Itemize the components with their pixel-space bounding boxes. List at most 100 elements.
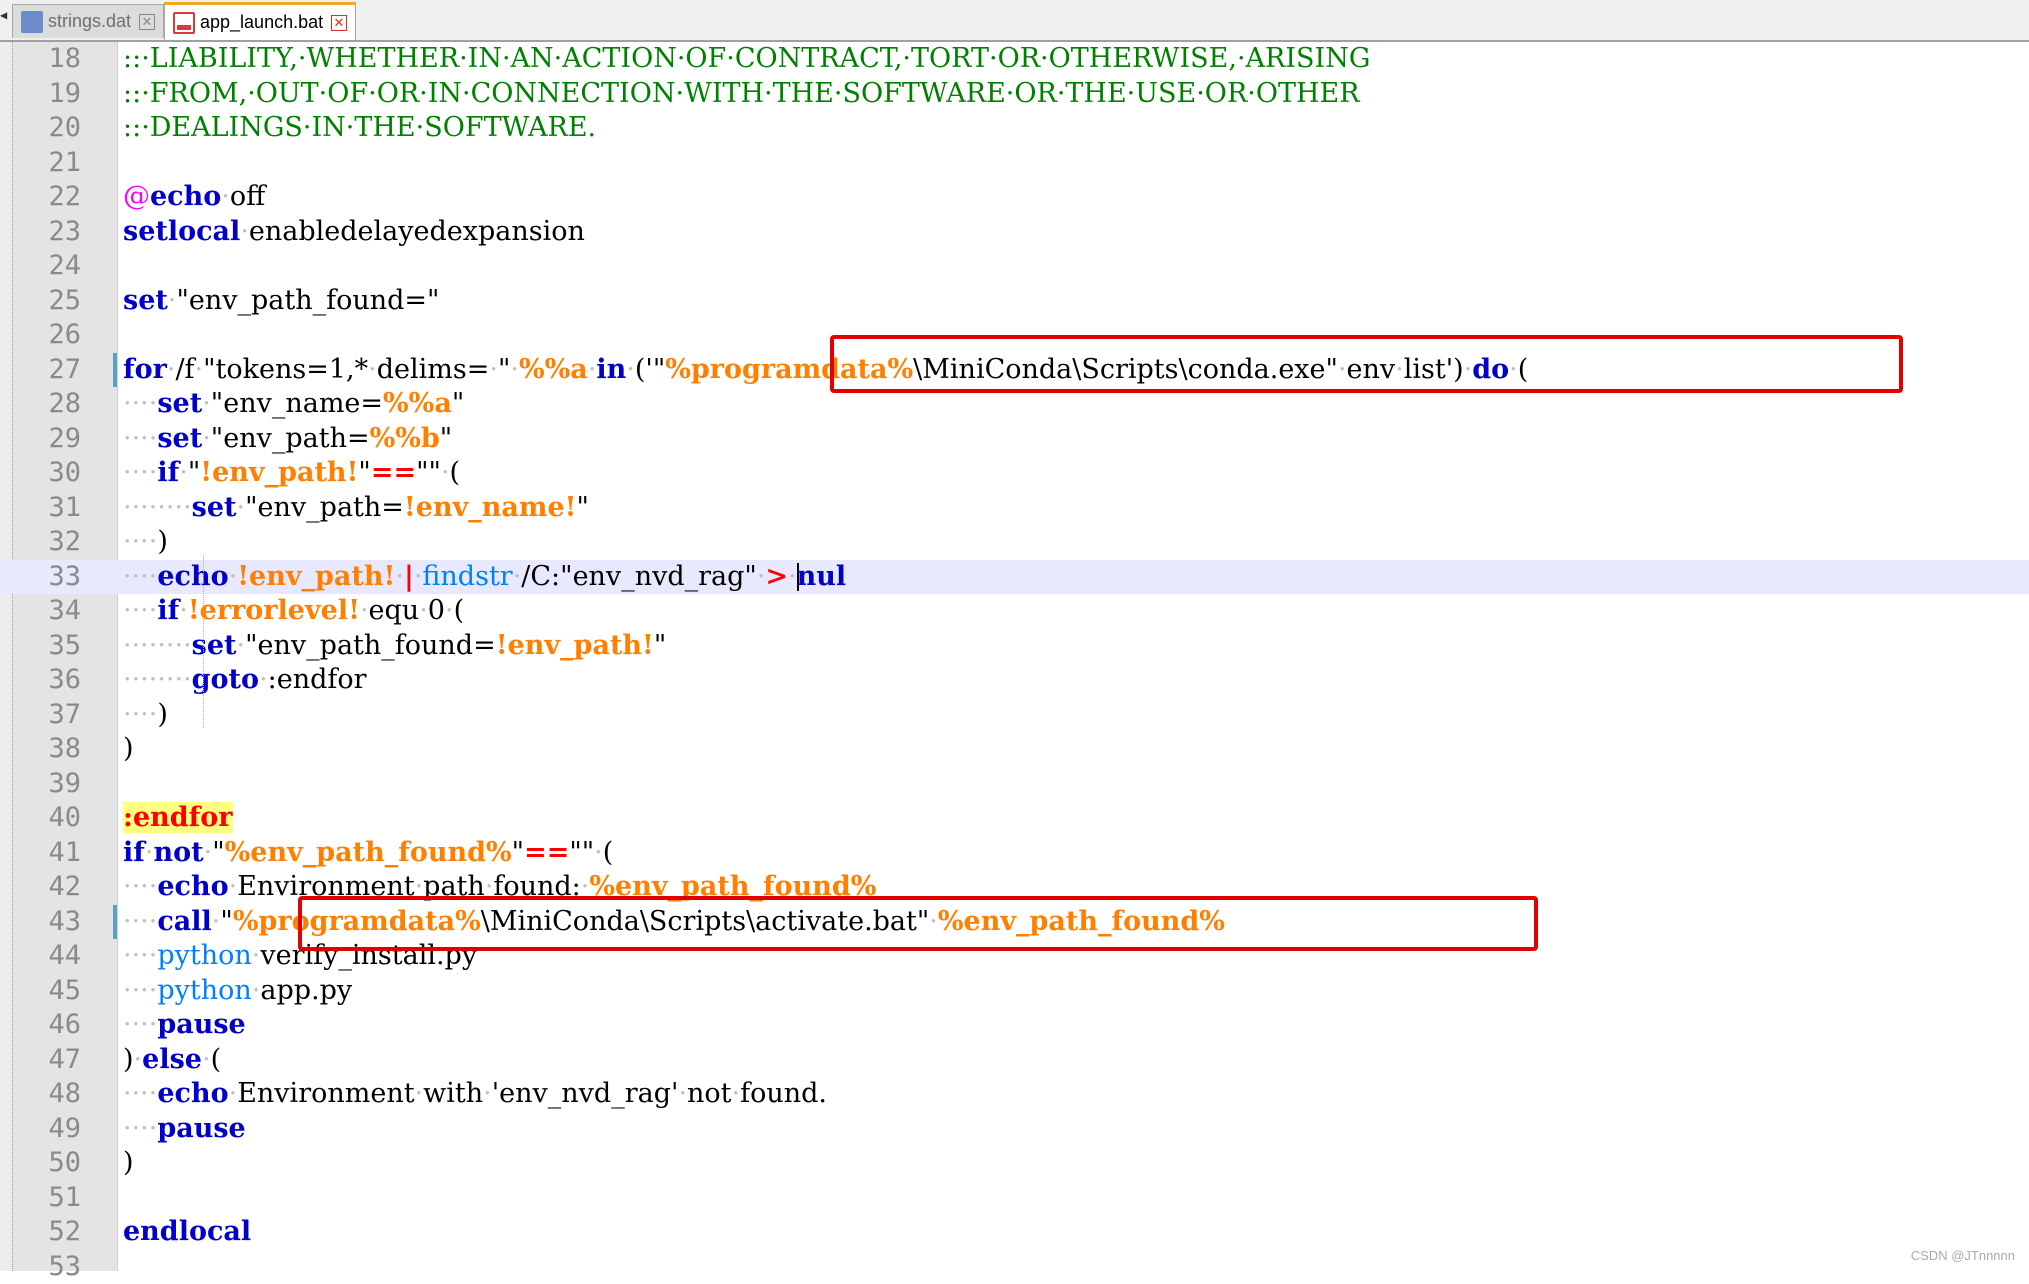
code-token: ···· [123,698,158,730]
close-icon[interactable]: ✕ [331,14,347,31]
code-token: · [240,215,249,247]
code-line[interactable]: 22 @echo·off [0,180,2029,214]
code-token: /f [175,353,195,385]
tab-label: strings.dat [48,11,132,31]
code-token: 'env_nvd_rag' [491,1078,679,1109]
code-line[interactable]: 41 if·not·"%env_path_found%"==""·( [0,836,2029,870]
code-line[interactable]: 52 endlocal [0,1215,2029,1249]
line-number: 30 [48,457,81,488]
code-token: !errorlevel! [187,595,360,626]
code-line[interactable]: 49 ····pause [0,1112,2029,1146]
code-line[interactable]: 31 ········set·"env_path=!env_name!" [0,491,2029,525]
code-token: ···· [123,940,158,971]
line-number: 29 [48,422,81,454]
code-line[interactable]: 46 ····pause [0,1008,2029,1042]
code-token: · [731,1078,741,1109]
tab-strings-dat[interactable]: strings.dat ✕ [12,4,164,38]
code-token: !env_path! [200,457,359,488]
code-line[interactable]: 38) [0,732,2029,766]
line-number: 35 [48,629,81,661]
line-number: 50 [48,1147,81,1178]
code-line[interactable]: 19::·FROM,·OUT·OF·OR·IN·CONNECTION·WITH·… [0,77,2029,111]
code-line[interactable]: 51 [0,1181,2029,1215]
code-token: · [626,353,635,385]
close-icon[interactable]: ✕ [139,13,155,30]
code-token: > [765,560,789,592]
code-token: · [440,457,450,488]
code-token: == [524,836,570,868]
code-line[interactable]: 20::·DEALINGS·IN·THE·SOFTWARE. [0,111,2029,145]
code-text: if·not·"%env_path_found%"==""·( [123,836,613,870]
code-token: · [259,664,268,695]
code-token: !env_path! [237,560,396,592]
code-line[interactable]: 25 set·"env_path_found=" [0,284,2029,318]
code-token: " [187,457,201,488]
code-token: delims= [376,353,490,385]
code-line[interactable]: 47)·else·( [0,1043,2029,1077]
line-number: 22 [48,181,81,212]
code-token: ···· [123,560,158,592]
code-token: in [596,353,627,385]
code-token: else [142,1043,202,1075]
code-token: · [221,181,230,212]
code-line[interactable]: 39 [0,767,2029,801]
line-number: 53 [48,1250,81,1282]
code-token: · [510,353,519,385]
code-line[interactable]: 24 [0,249,2029,283]
code-line[interactable]: 23 setlocal·enabledelayedexpansion [0,215,2029,249]
code-token: enabledelayedexpansion [248,215,585,247]
code-line[interactable]: 34 ····if·!errorlevel!·equ·0·( [0,594,2029,628]
code-text: ) [123,1146,134,1180]
file-icon [21,10,43,33]
line-number: 42 [48,871,81,902]
code-token: ···· [123,526,158,557]
code-token: equ [368,595,420,626]
line-number: 51 [48,1181,81,1213]
code-token: · [179,457,188,488]
code-token: %env_path_found% [224,836,512,868]
code-text: ········set·"env_path_found=!env_path!" [123,629,666,663]
code-token: · [395,560,404,592]
code-line[interactable]: 53 [0,1250,2029,1284]
code-text: @echo·off [123,180,265,214]
code-token: %%b [369,422,440,454]
code-line[interactable]: 18::·LIABILITY,·WHETHER·IN·AN·ACTION·OF·… [0,42,2029,76]
code-line[interactable]: 37 ····) [0,698,2029,732]
code-token: · [236,629,246,661]
indent-guide [203,555,204,728]
code-line[interactable]: 30 ····if·"!env_path!"==""·( [0,456,2029,490]
code-token: ···· [123,905,158,937]
tab-app-launch-bat[interactable]: app_launch.bat ✕ [164,2,356,40]
code-token: ::·FROM,·OUT·OF·OR·IN·CONNECTION·WITH·TH… [123,77,1360,109]
line-number: 23 [48,215,81,247]
code-text: ········goto·:endfor [123,663,367,697]
code-text: ····if·!errorlevel!·equ·0·( [123,594,464,628]
code-token: · [203,836,213,868]
code-token: ) [123,1147,134,1178]
code-line[interactable]: 48 ····echo·Environment·with·'env_nvd_rag… [0,1077,2029,1111]
line-number: 41 [48,836,81,868]
code-line[interactable]: 32 ····) [0,525,2029,559]
code-token: if [123,836,145,868]
code-line[interactable]: 33 ····echo·!env_path!·|·findstr·/C:"env_… [0,559,2029,594]
tab-label: app_launch.bat [200,12,324,32]
code-token: "env_path_found=" [176,284,440,316]
code-token: · [236,491,246,523]
code-line[interactable]: 35 ········set·"env_path_found=!env_path!… [0,629,2029,663]
code-token: · [414,1078,424,1109]
code-token: ('" [634,353,666,385]
code-token: ( [449,457,461,488]
code-line[interactable]: 40:endfor [0,801,2029,835]
code-line[interactable]: 50) [0,1146,2029,1180]
code-token: echo [157,560,229,592]
code-line[interactable]: 29 ····set·"env_path=%%b" [0,422,2029,456]
code-token: %%a [383,388,452,419]
scroll-left-icon[interactable]: ◀ [0,8,7,22]
code-line[interactable]: 21 [0,146,2029,180]
code-line[interactable]: 45 ····python·app.py [0,974,2029,1008]
code-token: " [653,629,667,661]
code-line[interactable]: 36 ········goto·:endfor [0,663,2029,697]
code-token: ···· [123,595,158,626]
code-token: ···· [123,388,158,419]
code-token: Environment [237,1078,415,1109]
